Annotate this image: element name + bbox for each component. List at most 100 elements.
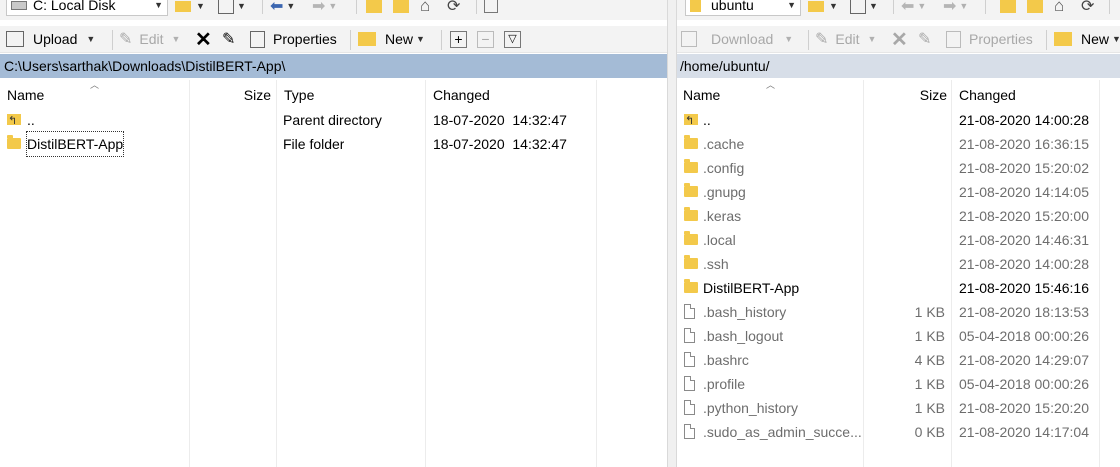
folder-icon bbox=[684, 255, 698, 269]
local-path-bar[interactable]: C:\Users\sarthak\Downloads\DistilBERT-Ap… bbox=[0, 54, 667, 78]
filter-icon bbox=[850, 0, 866, 14]
edit-button[interactable]: ✎ Edit ▼ bbox=[119, 27, 180, 51]
file-changed: 21-08-2020 16:36:15 bbox=[959, 136, 1089, 152]
edit-label: Edit bbox=[835, 31, 860, 47]
delete-button[interactable]: ✕ bbox=[891, 27, 908, 51]
properties-button[interactable]: Properties bbox=[250, 27, 337, 51]
edit-icon: ✎ bbox=[119, 31, 133, 48]
list-item[interactable]: .ssh 21-08-2020 14:00:28 bbox=[677, 252, 1120, 276]
file-size: 0 KB bbox=[914, 424, 945, 440]
parent-dir-icon bbox=[1000, 0, 1016, 13]
open-folder-button[interactable]: ▼ bbox=[808, 0, 838, 18]
local-drive-select[interactable]: C: Local Disk ▼ bbox=[6, 0, 168, 16]
remote-location-label: ubuntu bbox=[711, 0, 754, 13]
rename-button[interactable]: ✎ bbox=[918, 27, 931, 51]
upload-button[interactable]: Upload ▼ bbox=[6, 27, 95, 51]
col-header-size[interactable]: Size bbox=[190, 84, 271, 106]
find-target-button[interactable] bbox=[484, 0, 498, 18]
root-dir-button[interactable] bbox=[393, 0, 409, 18]
list-item[interactable]: .local 21-08-2020 14:46:31 bbox=[677, 228, 1120, 252]
file-icon bbox=[684, 328, 695, 343]
col-header-size[interactable]: Size bbox=[864, 84, 947, 106]
refresh-button[interactable]: ⟳ bbox=[1081, 0, 1094, 18]
list-item[interactable]: .. 21-08-2020 14:00:28 bbox=[677, 108, 1120, 133]
file-changed: 18-07-2020 14:32:47 bbox=[433, 136, 567, 152]
chevron-down-icon: ▼ bbox=[829, 1, 838, 11]
remote-location-select[interactable]: ubuntu ▼ bbox=[685, 0, 801, 16]
unselect-files-button[interactable]: − bbox=[477, 27, 494, 51]
forward-button[interactable]: ➡ ▼ bbox=[943, 0, 968, 18]
panel-splitter[interactable] bbox=[667, 0, 677, 467]
list-item[interactable]: .bash_history 1 KB 21-08-2020 18:13:53 bbox=[677, 300, 1120, 324]
open-folder-button[interactable]: ▼ bbox=[175, 0, 205, 18]
root-dir-icon bbox=[1027, 0, 1043, 13]
home-icon: ⌂ bbox=[1054, 0, 1065, 15]
tree-view-icon bbox=[484, 0, 498, 13]
open-folder-icon bbox=[175, 0, 193, 15]
back-button[interactable]: ⬅ ▼ bbox=[901, 0, 926, 18]
chevron-down-icon: ▼ bbox=[959, 1, 969, 11]
back-button[interactable]: ⬅ ▼ bbox=[270, 0, 295, 18]
remote-path-bar[interactable]: /home/ubuntu/ bbox=[677, 54, 1120, 78]
parent-dir-button[interactable] bbox=[1000, 0, 1016, 18]
home-button[interactable]: ⌂ bbox=[1054, 0, 1064, 18]
parent-dir-button[interactable] bbox=[366, 0, 382, 18]
list-item[interactable]: .sudo_as_admin_succe... 0 KB 21-08-2020 14… bbox=[677, 420, 1120, 444]
forward-button[interactable]: ➡ ▼ bbox=[312, 0, 337, 18]
col-header-name[interactable]: Name bbox=[7, 84, 44, 106]
minus-box-icon: − bbox=[477, 30, 494, 48]
edit-button[interactable]: ✎ Edit ▼ bbox=[815, 27, 876, 51]
select-files-button[interactable]: + bbox=[450, 27, 467, 51]
chevron-down-icon: ▼ bbox=[869, 1, 878, 11]
open-folder-icon bbox=[808, 0, 826, 15]
col-header-type[interactable]: Type bbox=[284, 84, 314, 106]
list-item[interactable]: DistilBERT-App File folder 18-07-2020 14:3… bbox=[0, 131, 667, 157]
chevron-down-icon: ▼ bbox=[286, 1, 296, 11]
new-button[interactable]: New ▼ bbox=[358, 27, 425, 51]
delete-button[interactable]: ✕ bbox=[195, 27, 212, 51]
new-label: New bbox=[1081, 31, 1110, 47]
col-header-changed[interactable]: Changed bbox=[433, 84, 490, 106]
root-dir-icon bbox=[393, 0, 409, 13]
home-button[interactable]: ⌂ bbox=[420, 0, 430, 18]
file-size: 1 KB bbox=[914, 400, 945, 416]
properties-button[interactable]: Properties bbox=[946, 27, 1033, 51]
root-dir-button[interactable] bbox=[1027, 0, 1043, 18]
folder-icon bbox=[684, 183, 698, 197]
chevron-down-icon: ▼ bbox=[86, 34, 96, 44]
list-item[interactable]: DistilBERT-App 21-08-2020 15:46:16 bbox=[677, 276, 1120, 300]
filter-button[interactable]: ▼ bbox=[218, 0, 246, 18]
list-item[interactable]: .keras 21-08-2020 15:20:00 bbox=[677, 204, 1120, 228]
list-item[interactable]: .gnupg 21-08-2020 14:14:05 bbox=[677, 180, 1120, 204]
download-button[interactable]: Download ▼ bbox=[681, 27, 793, 51]
new-button[interactable]: New ▼ bbox=[1054, 27, 1120, 51]
parent-dir-icon bbox=[7, 109, 21, 133]
list-item[interactable]: .bashrc 4 KB 21-08-2020 14:29:07 bbox=[677, 348, 1120, 372]
folder-icon bbox=[684, 207, 698, 221]
file-name: .python_history bbox=[703, 400, 798, 416]
rename-button[interactable]: ✎ bbox=[222, 27, 235, 51]
new-label: New bbox=[385, 31, 414, 47]
list-item[interactable]: .bash_logout 1 KB 05-04-2018 00:00:26 bbox=[677, 324, 1120, 348]
file-name: .profile bbox=[703, 376, 746, 392]
file-name: .cache bbox=[703, 136, 745, 152]
filter-files-button[interactable]: ▽ bbox=[504, 27, 521, 51]
chevron-down-icon: ▼ bbox=[917, 1, 927, 11]
chevron-down-icon: ▼ bbox=[867, 34, 877, 44]
list-item[interactable]: .config 21-08-2020 15:20:02 bbox=[677, 156, 1120, 180]
edit-icon: ✎ bbox=[815, 31, 829, 48]
download-label: Download bbox=[711, 31, 774, 47]
filter-button[interactable]: ▼ bbox=[850, 0, 878, 18]
chevron-down-icon: ▼ bbox=[328, 1, 338, 11]
refresh-icon: ⟳ bbox=[1081, 0, 1095, 15]
list-item[interactable]: .python_history 1 KB 21-08-2020 15:20:20 bbox=[677, 396, 1120, 420]
refresh-button[interactable]: ⟳ bbox=[447, 0, 460, 18]
list-item[interactable]: .cache 21-08-2020 16:36:15 bbox=[677, 132, 1120, 156]
col-header-name[interactable]: Name bbox=[683, 84, 720, 106]
file-name: .gnupg bbox=[703, 184, 746, 200]
folder-icon bbox=[684, 159, 698, 173]
col-header-changed[interactable]: Changed bbox=[959, 84, 1016, 106]
list-item[interactable]: .profile 1 KB 05-04-2018 00:00:26 bbox=[677, 372, 1120, 396]
home-icon: ⌂ bbox=[420, 0, 431, 15]
list-item[interactable]: .. Parent directory 18-07-2020 14:32:47 bbox=[0, 108, 667, 133]
